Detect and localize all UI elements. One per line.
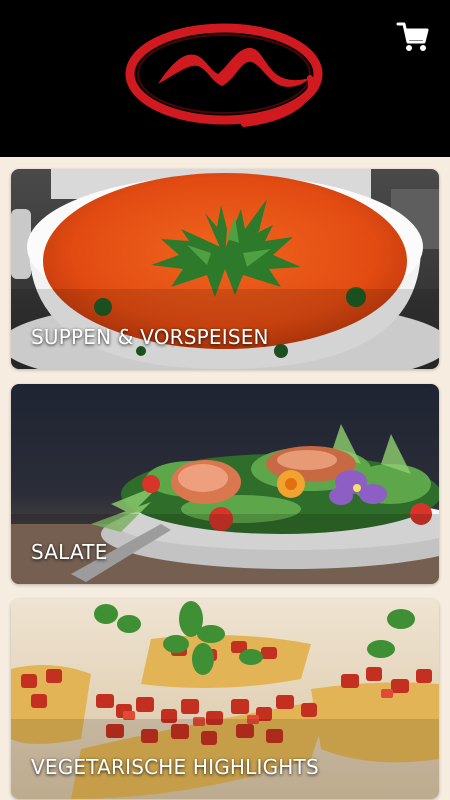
category-label: SALATE — [31, 540, 108, 564]
category-card-salate[interactable]: SALATE — [11, 384, 439, 584]
app-header — [0, 0, 450, 157]
category-card-vegetarisch[interactable]: VEGETARISCHE HIGHLIGHTS — [11, 599, 439, 799]
shopping-cart-icon[interactable] — [396, 20, 430, 54]
category-card-suppen[interactable]: SUPPEN & VORSPEISEN — [11, 169, 439, 369]
brand-logo-icon[interactable] — [124, 22, 326, 128]
category-label: SUPPEN & VORSPEISEN — [31, 325, 269, 349]
category-list[interactable]: SUPPEN & VORSPEISEN SALATE VEGETARISCHE … — [0, 157, 450, 800]
category-label: VEGETARISCHE HIGHLIGHTS — [31, 755, 319, 779]
